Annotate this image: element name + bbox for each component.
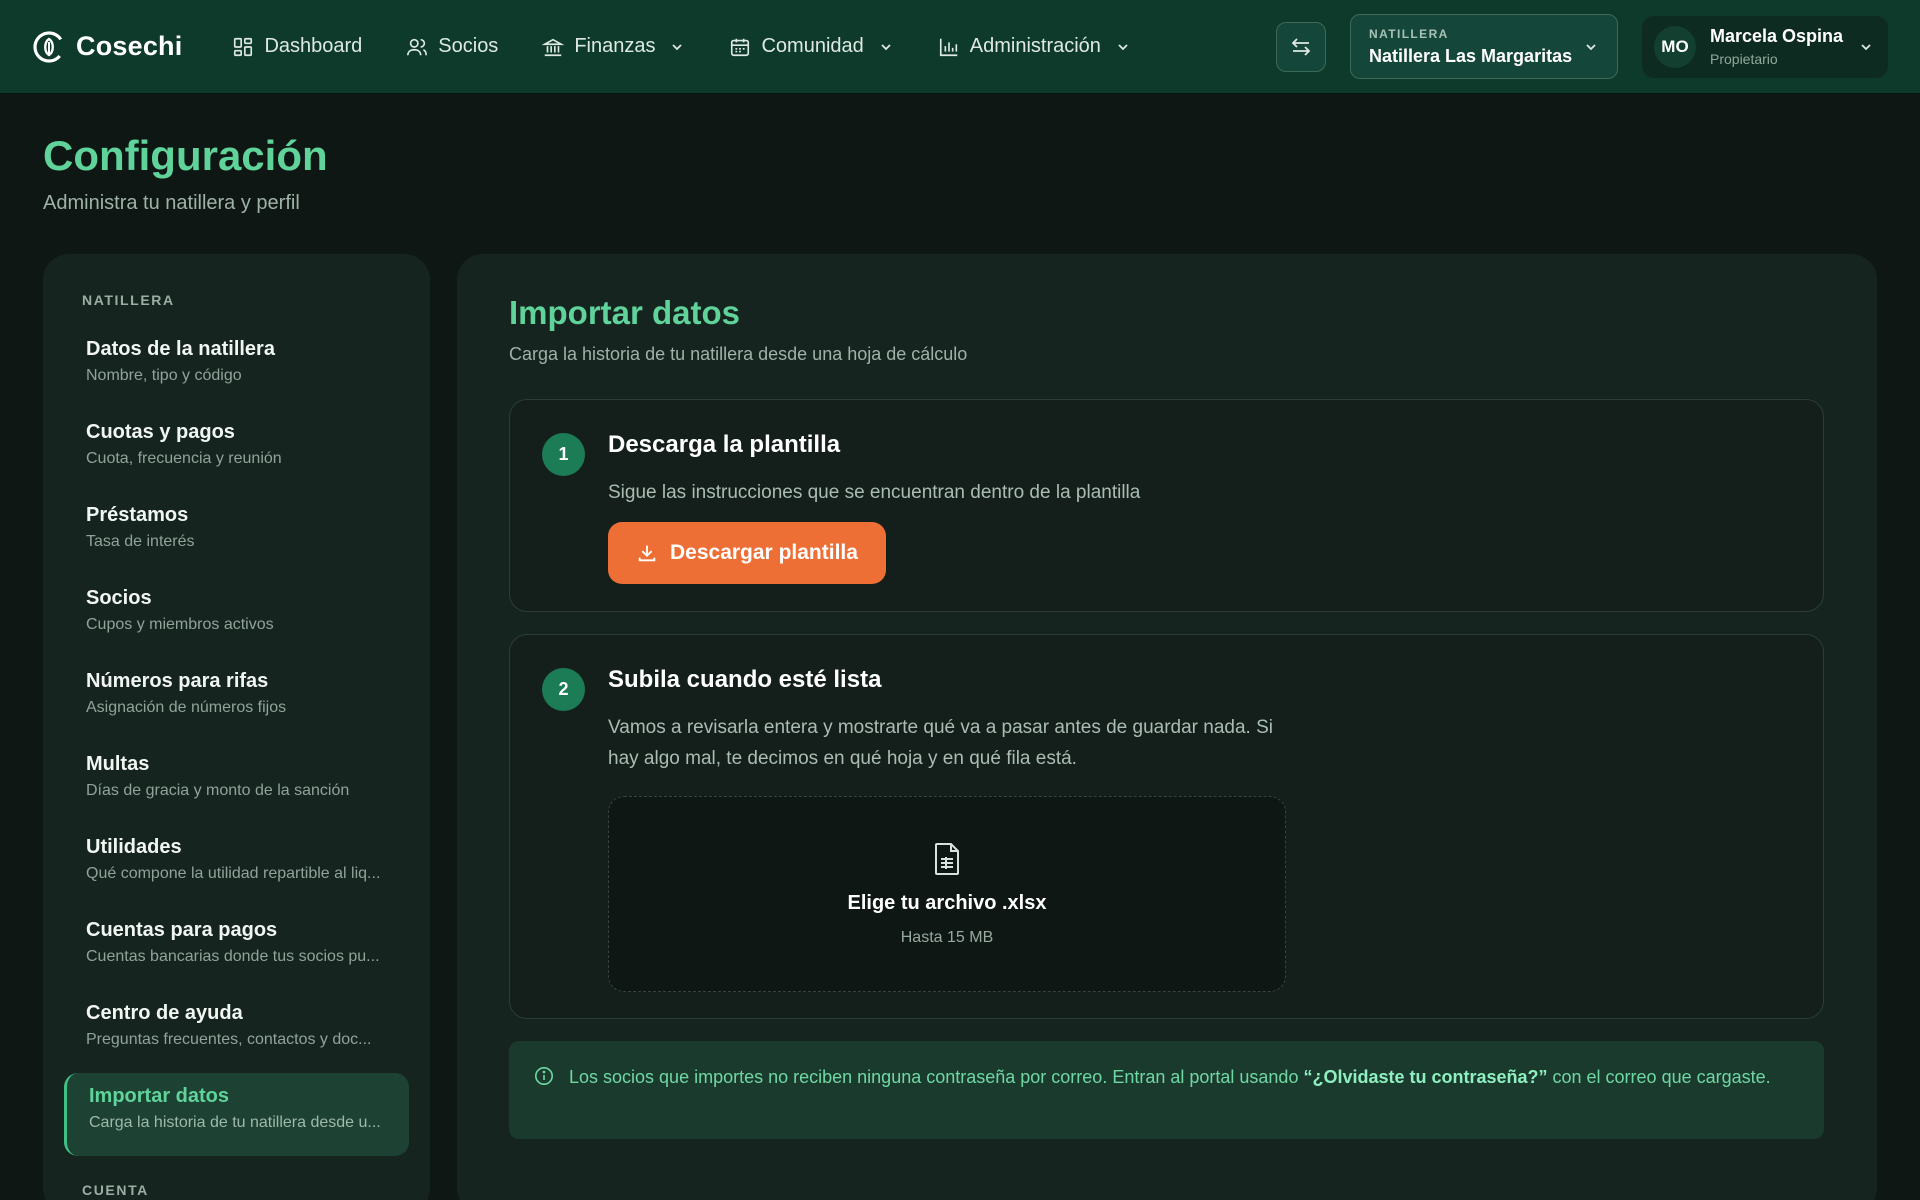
sidebar-item-utilidades[interactable]: Utilidades Qué compone la utilidad repar…	[64, 824, 409, 907]
sidebar-item-title: Centro de ayuda	[86, 1002, 243, 1024]
step-upload-file: 2 Subila cuando esté lista Vamos a revis…	[509, 634, 1824, 1019]
sidebar-item-desc: Días de gracia y monto de la sanción	[86, 782, 350, 799]
chevron-down-icon	[672, 43, 683, 50]
sidebar-item-title: Socios	[86, 587, 152, 609]
natillera-selector-value: Natillera Las Margaritas	[1369, 45, 1573, 66]
step-title: Subila cuando esté lista	[608, 666, 882, 693]
nav-item-finanzas[interactable]: Finanzas	[520, 0, 707, 93]
avatar: MO	[1654, 25, 1696, 68]
download-icon	[638, 545, 656, 562]
sidebar-item-title: Multas	[86, 753, 150, 775]
sidebar-section-cuenta: CUENTA	[82, 1182, 149, 1198]
chevron-down-icon	[1118, 43, 1128, 50]
sidebar-item-title: Importar datos	[89, 1085, 230, 1107]
sidebar-item-desc: Carga la historia de tu natillera desde …	[89, 1114, 381, 1131]
brand-name: Cosechi	[76, 31, 183, 61]
step-download-template: 1 Descarga la plantilla Sigue las instru…	[509, 399, 1824, 612]
step-title: Descarga la plantilla	[608, 431, 841, 458]
sidebar-item-title: Utilidades	[86, 836, 182, 858]
bank-icon	[542, 38, 565, 56]
info-note-text: Los socios que importes no reciben ningu…	[569, 1067, 1304, 1087]
info-icon	[535, 1067, 553, 1085]
sidebar-item-rifas[interactable]: Números para rifas Asignación de números…	[64, 658, 409, 741]
download-template-label: Descargar plantilla	[670, 541, 858, 564]
sidebar-item-desc: Cuota, frecuencia y reunión	[86, 450, 282, 467]
page-title: Configuración	[43, 132, 328, 179]
sidebar-item-desc: Tasa de interés	[86, 533, 195, 550]
sidebar-item-desc: Cuentas bancarias donde tus socios pu...	[86, 948, 380, 965]
sidebar-item-socios[interactable]: Socios Cupos y miembros activos	[64, 575, 409, 658]
spreadsheet-file-icon	[935, 842, 959, 875]
sidebar-item-title: Préstamos	[86, 504, 189, 526]
sidebar-item-desc: Qué compone la utilidad repartible al li…	[86, 865, 381, 882]
forgot-password-mention: “¿Olvidaste tu contraseña?”	[1303, 1067, 1548, 1087]
file-dropzone[interactable]: Elige tu archivo .xlsx Hasta 15 MB	[608, 796, 1286, 992]
calendar-icon	[731, 38, 750, 56]
cosechi-logo-icon	[33, 30, 65, 63]
step-description: Vamos a revisarla entera y mostrarte qué…	[608, 717, 1274, 769]
sidebar-item-title: Cuotas y pagos	[86, 421, 235, 443]
dashboard-icon	[234, 37, 253, 56]
nav-label-socios: Socios	[438, 35, 499, 57]
step-number-badge: 2	[542, 668, 585, 711]
sidebar-item-ayuda[interactable]: Centro de ayuda Preguntas frecuentes, co…	[64, 990, 409, 1073]
info-note: Los socios que importes no reciben ningu…	[509, 1041, 1824, 1139]
sidebar-item-title: Números para rifas	[86, 670, 269, 692]
nav-label-dashboard: Dashboard	[264, 35, 363, 57]
users-icon	[407, 38, 428, 55]
sidebar-item-datos[interactable]: Datos de la natillera Nombre, tipo y cód…	[64, 326, 409, 409]
switch-natillera-button[interactable]	[1276, 21, 1326, 72]
section-title: Importar datos	[509, 294, 741, 331]
nav-label-finanzas: Finanzas	[574, 35, 656, 57]
step-description: Sigue las instrucciones que se encuentra…	[608, 482, 1141, 503]
nav-item-socios[interactable]: Socios	[384, 0, 520, 93]
section-subtitle: Carga la historia de tu natillera desde …	[509, 344, 968, 364]
sidebar-item-importar[interactable]: Importar datos Carga la historia de tu n…	[64, 1073, 409, 1156]
natillera-selector[interactable]: NATILLERA Natillera Las Margaritas	[1350, 14, 1618, 79]
user-name: Marcela Ospina	[1710, 26, 1844, 46]
dropzone-title: Elige tu archivo .xlsx	[847, 891, 1047, 914]
page-subtitle: Administra tu natillera y perfil	[43, 192, 300, 214]
nav-item-comunidad[interactable]: Comunidad	[707, 0, 915, 93]
chevron-down-icon	[1586, 43, 1596, 50]
import-panel: Importar datos Carga la historia de tu n…	[457, 254, 1877, 1200]
dropzone-size-limit: Hasta 15 MB	[900, 928, 994, 946]
sidebar-item-desc: Cupos y miembros activos	[86, 616, 274, 633]
sidebar-item-desc: Asignación de números fijos	[86, 699, 287, 716]
chevron-down-icon	[881, 43, 891, 50]
sidebar-item-cuotas[interactable]: Cuotas y pagos Cuota, frecuencia y reuni…	[64, 409, 409, 492]
sidebar-item-multas[interactable]: Multas Días de gracia y monto de la sanc…	[64, 741, 409, 824]
step-number-badge: 1	[542, 433, 585, 476]
user-role: Propietario	[1710, 51, 1778, 67]
chart-icon	[939, 38, 958, 56]
nav-item-dashboard[interactable]: Dashboard	[210, 0, 384, 93]
swap-arrows-icon	[1291, 37, 1311, 56]
sidebar-item-desc: Nombre, tipo y código	[86, 367, 242, 384]
user-menu[interactable]: MO Marcela Ospina Propietario	[1642, 15, 1888, 78]
sidebar-item-prestamos[interactable]: Préstamos Tasa de interés	[64, 492, 409, 575]
nav-item-administracion[interactable]: Administración	[916, 0, 1153, 93]
settings-sidebar: NATILLERA Datos de la natillera Nombre, …	[43, 254, 430, 1200]
top-navigation-bar: Cosechi Dashboard Socios Finanzas Comuni…	[0, 0, 1920, 93]
sidebar-item-cuentas[interactable]: Cuentas para pagos Cuentas bancarias don…	[64, 907, 409, 990]
sidebar-item-desc: Preguntas frecuentes, contactos y doc...	[86, 1031, 372, 1048]
brand-logo[interactable]: Cosechi	[32, 30, 182, 64]
sidebar-item-title: Datos de la natillera	[86, 338, 275, 360]
nav-label-comunidad: Comunidad	[761, 35, 864, 57]
natillera-selector-label: NATILLERA	[1369, 26, 1449, 41]
nav-label-administracion: Administración	[969, 35, 1101, 57]
download-template-button[interactable]: Descargar plantilla	[608, 522, 886, 584]
sidebar-item-title: Cuentas para pagos	[86, 919, 278, 941]
chevron-down-icon	[1861, 43, 1871, 50]
main-nav: Dashboard Socios Finanzas Comunidad Admi…	[210, 0, 1153, 93]
sidebar-section-natillera: NATILLERA	[82, 292, 175, 308]
info-note-text-end: con el correo que cargaste.	[1547, 1067, 1771, 1087]
